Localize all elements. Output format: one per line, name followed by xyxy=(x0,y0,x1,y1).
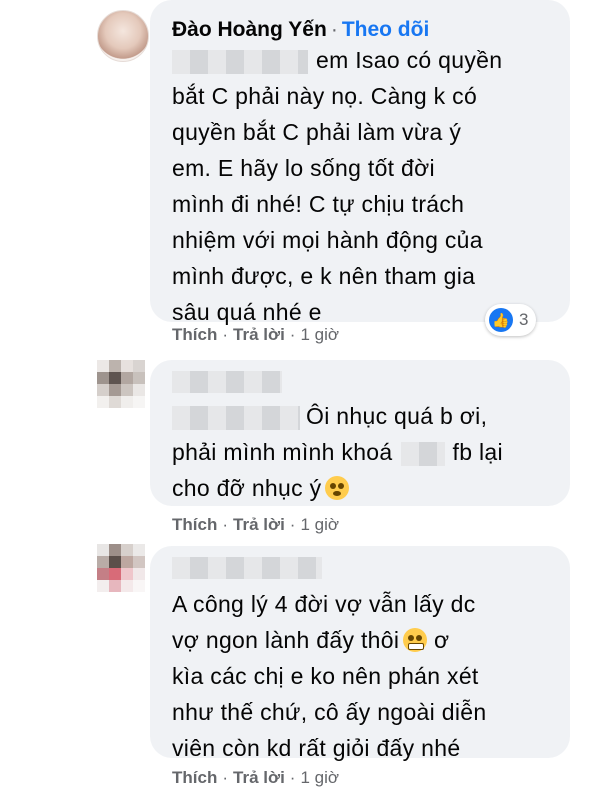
separator-dot: · xyxy=(330,18,338,41)
comment-text: em Isao có quyền bắt C phải này nọ. Càng… xyxy=(172,42,502,330)
reply-button[interactable]: Trả lời xyxy=(233,325,285,344)
comment-actions: Thích · Trả lời · 1 giờ xyxy=(172,515,340,534)
comment-line: A công lý 4 đời vợ vẫn lấy dc xyxy=(172,591,476,617)
comment-author-row xyxy=(172,556,322,580)
comment-text: A công lý 4 đời vợ vẫn lấy dc vợ ngon là… xyxy=(172,586,486,766)
comment-author-row xyxy=(172,370,282,394)
like-button[interactable]: Thích xyxy=(172,515,217,534)
comment-actions: Thích · Trả lời · 1 giờ xyxy=(172,768,340,787)
comment-line: em Isao có quyền xyxy=(316,47,503,73)
comment-line: mình đi nhé! C tự chịu trách xyxy=(172,191,465,217)
grimacing-face-emoji xyxy=(403,628,428,652)
comment-line: vợ ngon lành đấy thôi xyxy=(172,627,400,653)
comment-bubble: Đào Hoàng Yến · Theo dõi em Isao có quyền … xyxy=(150,0,570,325)
comment-line: như thế chứ, cô ấy ngoài diễn xyxy=(172,699,487,725)
timestamp[interactable]: 1 giờ xyxy=(300,325,339,344)
comment-2: Ôi nhục quá b ơi, phải mình mình khoá fb … xyxy=(0,355,600,535)
reaction-summary[interactable]: 👍 3 xyxy=(485,304,537,336)
reply-button[interactable]: Trả lời xyxy=(233,515,285,534)
follow-link[interactable]: Theo dõi xyxy=(342,18,430,41)
comment-3: A công lý 4 đời vợ vẫn lấy dc vợ ngon là… xyxy=(0,540,600,800)
comment-line: kìa các chị e ko nên phán xét xyxy=(172,663,479,689)
like-button[interactable]: Thích xyxy=(172,325,217,344)
comment-line: em. E hãy lo sống tốt đời xyxy=(172,155,435,181)
comment-line: quyền bắt C phải làm vừa ý xyxy=(172,119,462,145)
timestamp[interactable]: 1 giờ xyxy=(300,515,339,534)
timestamp[interactable]: 1 giờ xyxy=(300,768,339,787)
comment-line: phải mình mình khoá xyxy=(172,439,393,465)
redacted-author-name[interactable] xyxy=(172,371,282,394)
reply-button[interactable]: Trả lời xyxy=(233,768,285,787)
comment-actions: Thích · Trả lời · 1 giờ xyxy=(172,325,340,344)
redacted-text xyxy=(400,441,445,466)
comment-line: Ôi nhục quá b ơi, xyxy=(306,403,488,429)
redacted-author-name[interactable] xyxy=(172,557,322,580)
comment-line: nhiệm với mọi hành động của xyxy=(172,227,483,253)
comment-line: viên còn kd rất giỏi đấy nhé xyxy=(172,735,461,761)
avatar[interactable] xyxy=(97,10,149,62)
redacted-text xyxy=(172,405,300,430)
avatar[interactable] xyxy=(97,544,145,592)
comment-line: cho đỡ nhục ý xyxy=(172,475,322,501)
comment-bubble: A công lý 4 đời vợ vẫn lấy dc vợ ngon là… xyxy=(150,546,570,761)
like-icon: 👍 xyxy=(489,308,513,332)
comment-line: ơ xyxy=(433,627,450,653)
reaction-count: 3 xyxy=(519,310,529,329)
comment-line: mình được, e k nên tham gia xyxy=(172,263,476,289)
avatar[interactable] xyxy=(97,360,145,408)
comment-text: Ôi nhục quá b ơi, phải mình mình khoá fb … xyxy=(172,398,503,506)
comment-line: bắt C phải này nọ. Càng k có xyxy=(172,83,478,109)
redacted-text xyxy=(172,49,308,74)
author-name[interactable]: Đào Hoàng Yến xyxy=(172,18,327,41)
comment-line: fb lại xyxy=(452,439,503,465)
comment-1: Đào Hoàng Yến · Theo dõi em Isao có quyền … xyxy=(0,0,600,350)
like-button[interactable]: Thích xyxy=(172,768,217,787)
comment-author-row: Đào Hoàng Yến · Theo dõi xyxy=(172,18,429,42)
comment-bubble: Ôi nhục quá b ơi, phải mình mình khoá fb … xyxy=(150,360,570,506)
flushed-face-emoji xyxy=(325,476,350,500)
